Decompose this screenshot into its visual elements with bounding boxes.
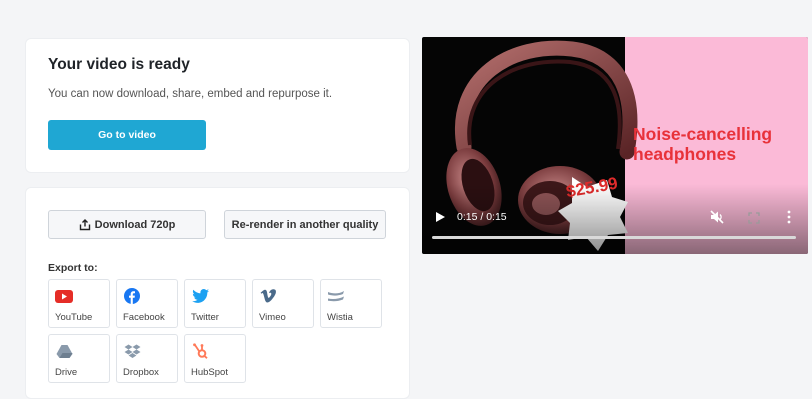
kebab-menu-icon: [787, 210, 791, 224]
export-dropbox[interactable]: Dropbox: [116, 334, 178, 383]
export-label: Export to:: [48, 262, 98, 274]
export-label-vimeo: Vimeo: [259, 312, 286, 323]
hubspot-icon: [191, 343, 209, 359]
youtube-icon: [55, 288, 73, 304]
play-icon: [435, 212, 445, 222]
dropbox-icon: [123, 343, 141, 359]
vimeo-icon: [259, 288, 277, 304]
export-label-wistia: Wistia: [327, 312, 353, 323]
export-card: Download 720p Re-render in another quali…: [25, 187, 410, 399]
export-drive[interactable]: Drive: [48, 334, 110, 383]
twitter-icon: [191, 288, 209, 304]
export-label-facebook: Facebook: [123, 312, 165, 323]
video-ready-card: Your video is ready You can now download…: [25, 38, 410, 173]
download-button[interactable]: Download 720p: [48, 210, 206, 239]
export-hubspot[interactable]: HubSpot: [184, 334, 246, 383]
ready-subtitle: You can now download, share, embed and r…: [48, 88, 333, 100]
video-time: 0:15 / 0:15: [457, 211, 507, 223]
play-button[interactable]: [434, 211, 446, 223]
video-player[interactable]: Noise-cancelling headphones $25.99 0:15 …: [422, 37, 808, 254]
download-icon: [79, 218, 90, 230]
fullscreen-button[interactable]: [748, 211, 760, 224]
ready-title: Your video is ready: [48, 56, 190, 73]
export-facebook[interactable]: Facebook: [116, 279, 178, 328]
facebook-icon: [123, 288, 141, 304]
wistia-icon: [327, 288, 345, 304]
drive-icon: [55, 343, 73, 359]
export-twitter[interactable]: Twitter: [184, 279, 246, 328]
download-label: Download 720p: [94, 218, 176, 231]
export-label-twitter: Twitter: [191, 312, 219, 323]
export-vimeo[interactable]: Vimeo: [252, 279, 314, 328]
export-label-youtube: YouTube: [55, 312, 93, 323]
export-youtube[interactable]: YouTube: [48, 279, 110, 328]
export-wistia[interactable]: Wistia: [320, 279, 382, 328]
more-options-button[interactable]: [784, 210, 794, 224]
export-label-hubspot: HubSpot: [191, 367, 228, 378]
muted-speaker-icon: [710, 210, 724, 224]
export-label-drive: Drive: [55, 367, 78, 378]
rerender-button[interactable]: Re-render in another quality: [224, 210, 386, 239]
fullscreen-icon: [748, 212, 760, 224]
video-headline: Noise-cancelling headphones: [633, 124, 773, 164]
export-label-dropbox: Dropbox: [123, 367, 159, 378]
go-to-video-button[interactable]: Go to video: [48, 120, 206, 150]
video-progress-bar[interactable]: [432, 236, 796, 239]
mute-button[interactable]: [710, 210, 724, 224]
